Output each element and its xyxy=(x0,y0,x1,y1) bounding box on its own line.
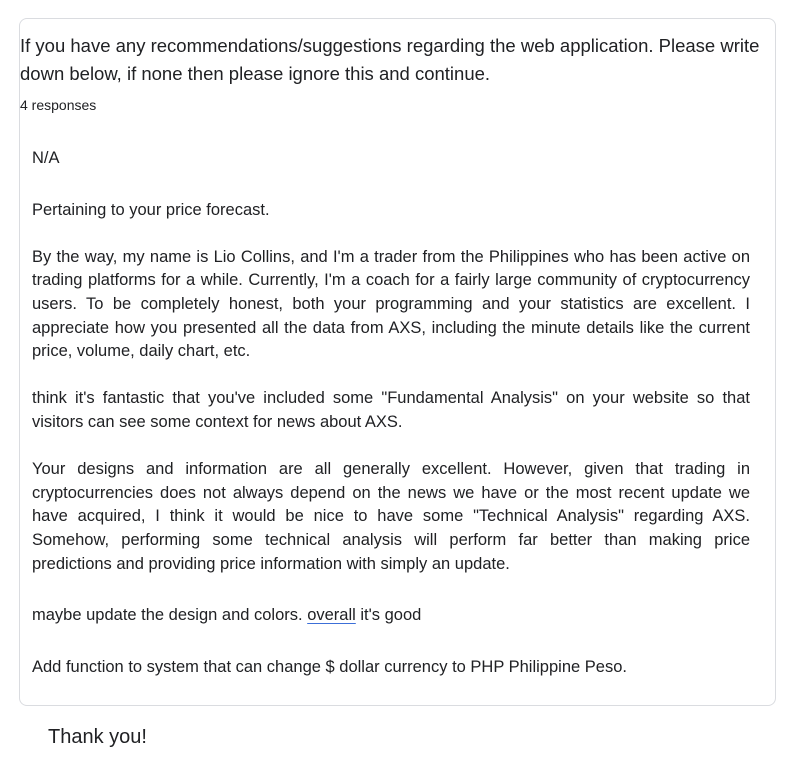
response-text: it's good xyxy=(355,606,422,625)
response-paragraph: think it's fantastic that you've include… xyxy=(32,389,750,431)
response-item: Add function to system that can change $… xyxy=(32,657,627,676)
thank-you-text: Thank you! xyxy=(48,726,147,748)
spellcheck-underlined-word: overall xyxy=(307,606,356,625)
question-card: If you have any recommendations/suggesti… xyxy=(19,18,776,706)
question-title: If you have any recommendations/suggesti… xyxy=(20,35,760,84)
response-count: 4 responses xyxy=(20,97,97,113)
response-paragraph: Pertaining to your price forecast. xyxy=(32,200,270,219)
response-paragraph: By the way, my name is Lio Collins, and … xyxy=(32,247,750,361)
response-item: Pertaining to your price forecast. By th… xyxy=(32,199,750,577)
response-paragraph: Your designs and information are all gen… xyxy=(32,460,750,573)
response-item: maybe update the design and colors. over… xyxy=(32,604,750,628)
response-list: N/A Pertaining to your price forecast. B… xyxy=(32,147,750,679)
response-item: N/A xyxy=(32,149,60,167)
response-text: maybe update the design and colors. xyxy=(32,606,308,625)
